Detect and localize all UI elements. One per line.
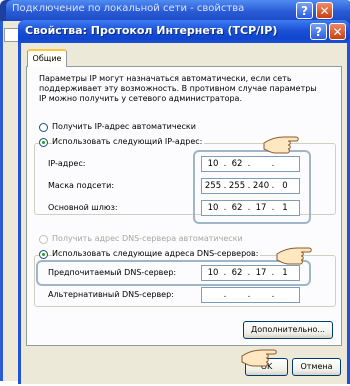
tcpip-properties-dialog: Свойства: Протокол Интернета (TCP/IP) ? … [18, 20, 350, 384]
alternate-dns-label: Альтернативный DNS-сервер: [48, 290, 174, 299]
tab-general[interactable]: Общие [27, 49, 67, 67]
alternate-dns-field[interactable]: . . . [201, 287, 300, 303]
gateway-label: Основной шлюз: [48, 203, 118, 212]
dns-auto-label[interactable]: Получить адрес DNS-сервера автоматически [52, 234, 243, 243]
dns-manual-label[interactable]: Использовать следующие адреса DNS-сервер… [52, 249, 261, 258]
pointing-hand-icon [263, 136, 299, 154]
ip-manual-radio[interactable] [39, 138, 48, 147]
dialog-title: Свойства: Протокол Интернета (TCP/IP) [25, 24, 278, 37]
ip-manual-label[interactable]: Использовать следующий IP-адрес: [52, 137, 205, 146]
advanced-button[interactable]: Дополнительно... [243, 321, 333, 339]
dns-auto-radio[interactable] [39, 235, 48, 244]
pointing-hand-icon [276, 247, 312, 265]
background-help-icon[interactable]: ? [296, 2, 313, 19]
ip-auto-radio[interactable] [39, 123, 48, 132]
ip-address-label: IP-адрес: [48, 159, 86, 168]
background-window-title: Подключение по локальной сети - свойства [12, 3, 245, 14]
preferred-dns-highlight [36, 260, 311, 286]
dns-manual-radio[interactable] [39, 250, 48, 259]
help-icon[interactable]: ? [310, 23, 327, 40]
dialog-body: Общие Параметры IP могут назначаться авт… [21, 43, 347, 384]
close-icon[interactable]: ✕ [329, 23, 346, 40]
background-close-icon[interactable]: ✕ [316, 2, 333, 19]
dialog-titlebar[interactable]: Свойства: Протокол Интернета (TCP/IP) [18, 20, 350, 43]
pointing-hand-icon [241, 349, 277, 367]
description-text: Параметры IP могут назначаться автоматич… [39, 74, 317, 103]
ip-fields-highlight [193, 150, 311, 224]
general-tab-panel: Параметры IP могут назначаться автоматич… [26, 66, 342, 346]
ip-auto-label[interactable]: Получить IP-адрес автоматически [52, 122, 196, 131]
subnet-mask-label: Маска подсети: [48, 181, 115, 190]
cancel-button[interactable]: Отмена [292, 358, 341, 376]
